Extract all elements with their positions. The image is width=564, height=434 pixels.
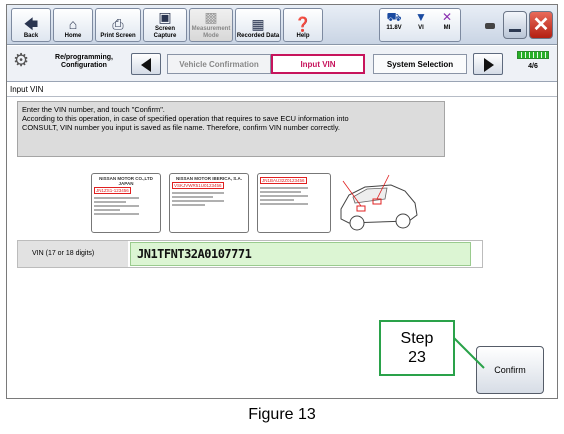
print-screen-label: Print Screen — [100, 32, 136, 39]
instruction-line-1: Enter the VIN number, and touch "Confirm… — [22, 105, 165, 114]
mi-x-icon: ✕ — [441, 10, 453, 24]
previous-step-button[interactable] — [131, 53, 161, 75]
plate2-lines — [172, 192, 246, 206]
help-button-label: Help — [296, 32, 310, 39]
minimize-button[interactable] — [503, 11, 527, 39]
step-input-vin: Input VIN — [271, 54, 365, 74]
vin-location-illustration: NISSAN MOTOR CO.,LTD JAPAN JN1ZS1-123456… — [91, 173, 421, 233]
car-battery-icon: ⛟ — [386, 10, 402, 24]
next-step-button[interactable] — [473, 53, 503, 75]
vin-label: VIN (17 or 18 digits) — [18, 241, 128, 267]
instruction-line-2: According to this operation, in case of … — [22, 114, 349, 123]
plate3-vin: JN1BAU32Z0123456 — [260, 177, 307, 184]
car-icon — [340, 174, 418, 231]
plate1-header: NISSAN MOTOR CO.,LTD JAPAN — [99, 176, 153, 186]
instruction-box: Enter the VIN number, and touch "Confirm… — [17, 101, 445, 157]
meter-icon: ▩ — [204, 9, 218, 25]
vi-status: ▼ VI — [408, 10, 434, 31]
step-callout: Step 23 — [379, 320, 455, 376]
help-button[interactable]: ❓ Help — [283, 8, 323, 42]
vi-label: VI — [418, 25, 424, 31]
back-button[interactable]: 🡄 Back — [11, 8, 51, 42]
vin-plate-1: NISSAN MOTOR CO.,LTD JAPAN JN1ZS1-123456 — [91, 173, 161, 233]
mi-status: ✕ MI — [434, 10, 460, 31]
step-system-selection: System Selection — [373, 54, 467, 74]
mi-label: MI — [443, 25, 451, 31]
measurement-mode-button[interactable]: ▩ Measurement Mode — [189, 8, 233, 42]
connection-icon — [485, 23, 495, 29]
divider — [7, 96, 557, 97]
step-vehicle-confirmation: Vehicle Confirmation — [167, 54, 271, 74]
close-button[interactable]: ✕ — [529, 11, 553, 39]
camera-icon: ▣ — [158, 9, 172, 25]
instruction-line-3: CONSULT, VIN number you input is saved a… — [22, 123, 340, 132]
recorded-data-label: Recorded Data — [236, 32, 280, 39]
home-button[interactable]: ⌂ Home — [53, 8, 93, 42]
plate1-vin: JN1ZS1-123456 — [94, 187, 131, 194]
signal-icon: ▼ — [415, 10, 427, 24]
printer-icon: ⎙ — [112, 15, 124, 32]
help-icon: ❓ — [294, 15, 312, 32]
print-screen-button[interactable]: ⎙ Print Screen — [95, 8, 141, 42]
recorded-data-button[interactable]: ▦ Recorded Data — [235, 8, 281, 42]
back-arrow-icon: 🡄 — [23, 15, 39, 32]
measurement-mode-label: Measurement Mode — [191, 26, 231, 39]
home-icon: ⌂ — [68, 15, 78, 32]
vin-input[interactable]: JN1TFNT32A0107771 — [130, 242, 471, 266]
battery-status: ⛟ 11.8V — [381, 10, 407, 31]
vin-entry-row: VIN (17 or 18 digits) JN1TFNT32A0107771 — [17, 240, 483, 268]
callout-step-number: 23 — [408, 349, 426, 366]
figure-caption: Figure 13 — [248, 406, 316, 423]
back-button-label: Back — [23, 32, 39, 39]
callout-step-label: Step — [400, 330, 434, 347]
battery-voltage: 11.8V — [386, 25, 402, 31]
screen-capture-label: Screen Capture — [153, 26, 177, 39]
plate3-lines — [260, 187, 328, 205]
status-indicators: ⛟ 11.8V ▼ VI ✕ MI — [379, 8, 461, 42]
vin-plate-3: JN1BAU32Z0123456 — [257, 173, 331, 233]
vin-plate-2: NISSAN MOTOR IBERICA, S.A. VSKJVWR51U012… — [169, 173, 249, 233]
plate2-vin: VSKJVWR51U0123456 — [172, 182, 224, 189]
close-icon: ✕ — [532, 14, 550, 36]
toolbar: 🡄 Back ⌂ Home ⎙ Print Screen ▣ Screen Ca… — [7, 5, 557, 45]
reprogramming-icon: ⚙ — [13, 50, 30, 70]
page-title: Input VIN — [10, 85, 44, 94]
progress-text: 4/6 — [528, 63, 538, 70]
home-button-label: Home — [64, 32, 82, 39]
progress-bar — [517, 51, 549, 59]
section-label: Re/programming, Configuration — [55, 54, 113, 69]
plate1-lines — [94, 197, 158, 215]
workflow-navigation: ⚙ Re/programming, Configuration Vehicle … — [7, 46, 557, 82]
recorded-data-icon: ▦ — [251, 15, 265, 32]
step-progress: 4/6 — [515, 51, 551, 77]
screen-capture-button[interactable]: ▣ Screen Capture — [143, 8, 187, 42]
plate2-header: NISSAN MOTOR IBERICA, S.A. — [176, 176, 242, 181]
